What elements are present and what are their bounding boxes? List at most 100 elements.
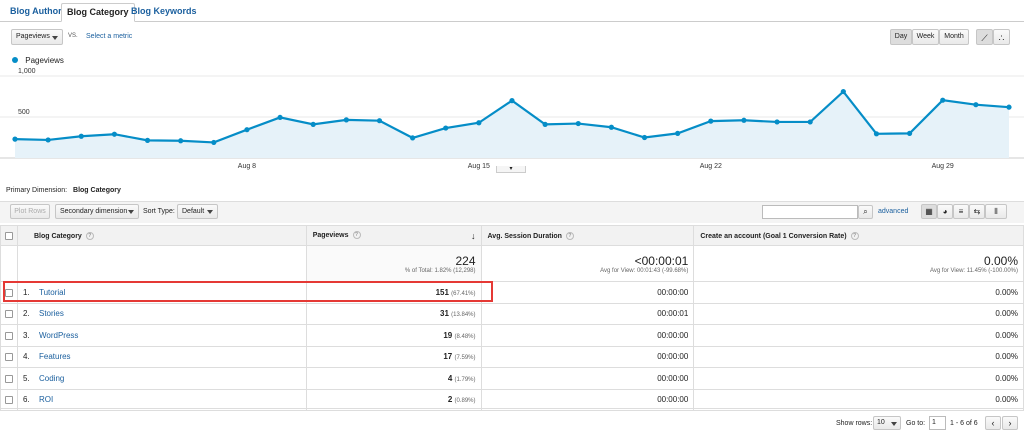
goto-label: Go to:	[906, 420, 926, 427]
category-link[interactable]: ROI	[39, 395, 53, 404]
table-row: 4. Features 17 (7.59%) 00:00:00 0.00%	[0, 345, 1024, 368]
row-checkbox[interactable]	[4, 374, 13, 383]
data-point	[211, 139, 217, 146]
search-button[interactable]: ⌕	[858, 205, 873, 219]
day-button[interactable]: Day	[890, 29, 912, 45]
data-point	[277, 114, 283, 121]
header-label: Pageviews	[312, 231, 349, 239]
secondary-dimension-label: Secondary dimension	[60, 208, 128, 215]
pageviews-percent: (13.84%)	[451, 312, 476, 319]
help-icon: ?	[850, 231, 859, 240]
header-label: Create an account (Goal 1 Conversion Rat…	[700, 232, 847, 240]
comparison-icon: ⇆	[973, 207, 981, 216]
pageviews-percent: (1.79%)	[454, 376, 476, 383]
data-table: Blog Category? Pageviews? ↓ Avg. Session …	[0, 225, 1024, 411]
x-tick-label: Aug 22	[700, 163, 722, 170]
pageviews-percent: (7.59%)	[454, 355, 476, 362]
table-view-button[interactable]: ▦	[921, 204, 937, 219]
legend-label: Pageviews	[25, 56, 64, 65]
tab-blog-keywords[interactable]: Blog Keywords	[126, 3, 202, 22]
header-pageviews[interactable]: Pageviews? ↓	[305, 225, 482, 246]
row-checkbox[interactable]	[4, 396, 13, 405]
plot-rows-button[interactable]: Plot Rows	[10, 204, 50, 219]
pageviews-cell: 31 (13.84%)	[305, 302, 482, 325]
category-link[interactable]: Coding	[39, 374, 64, 383]
secondary-dimension-select[interactable]: Secondary dimension	[55, 204, 139, 219]
show-rows-select[interactable]: 10	[873, 416, 901, 430]
help-icon: ?	[352, 230, 361, 239]
row-checkbox[interactable]	[4, 331, 13, 340]
select-all-checkbox[interactable]	[4, 231, 13, 240]
chevron-left-icon: ‹	[991, 418, 995, 428]
data-point	[873, 131, 880, 137]
table-row: 2. Stories 31 (13.84%) 00:00:01 0.00%	[0, 302, 1024, 325]
metric-select[interactable]: Pageviews	[11, 29, 63, 45]
header-blog-category[interactable]: Blog Category?	[16, 225, 307, 246]
pageviews-value: 151	[435, 287, 449, 297]
data-point	[708, 118, 714, 124]
data-point	[542, 121, 548, 127]
category-link[interactable]: Features	[39, 352, 71, 361]
category-link[interactable]: Stories	[39, 309, 64, 318]
tab-blog-category[interactable]: Blog Category	[61, 3, 135, 22]
pivot-view-button[interactable]: ⦀	[985, 204, 1007, 219]
data-point	[907, 130, 913, 136]
chart-legend: Pageviews	[12, 56, 64, 65]
next-page-button[interactable]: ›	[1002, 416, 1018, 430]
y-tick-label: 1,000	[18, 68, 36, 75]
motion-chart-button[interactable]: ∴	[993, 29, 1010, 45]
data-point	[774, 119, 780, 125]
row-index: 2.	[22, 309, 30, 319]
week-button[interactable]: Week	[912, 29, 939, 45]
data-point	[807, 119, 813, 125]
row-checkbox[interactable]	[4, 353, 13, 362]
duration-cell: 00:00:01	[480, 302, 695, 325]
line-chart-button[interactable]: ⟋	[976, 29, 993, 45]
metric-select-value: Pageviews	[16, 33, 50, 40]
month-button[interactable]: Month	[939, 29, 969, 45]
pageviews-cell: 19 (8.48%)	[305, 324, 482, 347]
legend-dot-icon	[12, 57, 18, 63]
conversion-cell: 0.00%	[693, 324, 1024, 347]
category-link[interactable]: Tutorial	[39, 288, 65, 297]
chevron-right-icon: ›	[1008, 418, 1012, 428]
comparison-view-button[interactable]: ⇆	[969, 204, 985, 219]
data-point	[641, 134, 648, 141]
conversion-cell: 0.00%	[693, 367, 1024, 390]
total-duration-sub: Avg for View: 00:01:43 (-99.68%)	[600, 267, 689, 274]
goto-input[interactable]: 1	[929, 416, 946, 430]
chart-collapse-handle[interactable]: ▾	[496, 166, 526, 173]
pageviews-percent: (67.41%)	[451, 290, 476, 297]
category-cell: 5. Coding	[16, 367, 307, 390]
row-checkbox[interactable]	[4, 310, 13, 319]
data-point	[675, 130, 681, 136]
bar-icon: ≡	[958, 207, 964, 216]
table-search-input[interactable]	[762, 205, 858, 219]
category-link[interactable]: WordPress	[39, 331, 78, 340]
row-index: 4.	[22, 352, 30, 362]
header-conversion-rate[interactable]: Create an account (Goal 1 Conversion Rat…	[693, 225, 1024, 246]
data-point	[410, 135, 416, 141]
duration-cell: 00:00:00	[480, 345, 695, 368]
sort-type-select[interactable]: Default	[177, 204, 218, 219]
performance-view-button[interactable]: ≡	[953, 204, 969, 219]
header-session-duration[interactable]: Avg. Session Duration?	[480, 225, 695, 246]
pageviews-value: 19	[443, 330, 453, 340]
chevron-down-icon	[207, 210, 213, 214]
row-checkbox-cell	[0, 345, 18, 368]
advanced-link[interactable]: advanced	[878, 208, 908, 215]
tab-blog-author[interactable]: Blog Author	[5, 3, 67, 22]
select-metric-link[interactable]: Select a metric	[86, 33, 132, 40]
data-point	[376, 118, 383, 124]
duration-cell: 00:00:00	[480, 324, 695, 347]
vs-label: VS.	[68, 33, 78, 39]
prev-page-button[interactable]: ‹	[985, 416, 1001, 430]
row-checkbox[interactable]	[4, 288, 13, 297]
pie-view-button[interactable]: ◕	[937, 204, 953, 219]
row-checkbox-cell	[0, 324, 18, 347]
total-pageviews: 224 % of Total: 1.82% (12,298)	[305, 245, 482, 282]
data-point	[476, 120, 482, 126]
data-point	[310, 121, 316, 127]
data-point	[1006, 104, 1012, 110]
data-point	[741, 117, 747, 123]
